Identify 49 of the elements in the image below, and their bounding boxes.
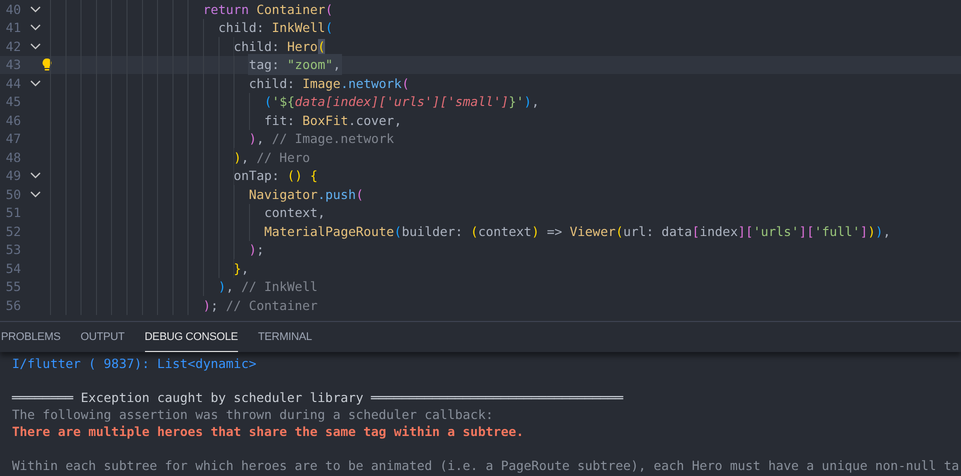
line-number: 52 bbox=[4, 222, 21, 241]
line-number: 43 bbox=[4, 56, 21, 74]
panel-tab[interactable]: TERMINAL bbox=[258, 322, 312, 352]
console-line: Within each subtree for which heroes are to be animated (i.e. a PageRoute subtree), each Hero must have a unique non-null ta bbox=[12, 457, 960, 474]
line-number: 40 bbox=[4, 0, 21, 19]
lightbulb-icon[interactable] bbox=[42, 58, 52, 72]
code-line: ); // Container bbox=[203, 296, 318, 315]
line-number: 44 bbox=[4, 74, 21, 93]
code-line: ('${data[index]['urls']['small']}'), bbox=[264, 93, 540, 112]
panel-tab[interactable]: DEBUG CONSOLE bbox=[144, 322, 238, 352]
line-number: 46 bbox=[4, 112, 21, 130]
console-line: The following assertion was thrown during a scheduler callback: bbox=[12, 406, 494, 423]
line-number: 55 bbox=[4, 278, 21, 296]
fold-chevron-icon[interactable] bbox=[30, 172, 41, 180]
fold-chevron-icon[interactable] bbox=[30, 42, 41, 50]
line-number: 41 bbox=[4, 19, 21, 38]
code-line: ), // InkWell bbox=[218, 278, 318, 296]
line-number: 49 bbox=[4, 167, 21, 186]
fold-chevron-icon[interactable] bbox=[30, 80, 41, 87]
code-line: ), // Image.network bbox=[248, 130, 394, 148]
fold-chevron-icon[interactable] bbox=[30, 190, 41, 198]
line-number: 45 bbox=[4, 93, 21, 112]
line-number: 42 bbox=[4, 38, 21, 56]
code-line: }, bbox=[234, 260, 249, 278]
console-line: ════════ Exception caught by scheduler library ═════════════════════════════════ bbox=[12, 389, 624, 406]
error-message: There are multiple heroes that share the same tag within a subtree. bbox=[12, 423, 525, 440]
code-line: child: Image.network( bbox=[248, 74, 410, 93]
line-number: 51 bbox=[4, 204, 21, 222]
code-line: fit: BoxFit.cover, bbox=[264, 112, 402, 130]
code-line: child: Hero( bbox=[234, 38, 326, 56]
fold-chevron-icon[interactable] bbox=[30, 24, 41, 32]
line-number: 48 bbox=[4, 148, 21, 167]
code-line: ), // Hero bbox=[234, 148, 310, 167]
panel-tab[interactable]: OUTPUT bbox=[80, 322, 125, 352]
line-number: 53 bbox=[4, 241, 21, 260]
code-line: Navigator.push( bbox=[248, 186, 364, 204]
panel-tab[interactable]: PROBLEMS bbox=[1, 322, 61, 352]
code-line: ); bbox=[248, 241, 264, 260]
code-line: onTap: () { bbox=[234, 167, 318, 186]
line-number: 56 bbox=[4, 296, 21, 315]
line-number: 54 bbox=[4, 260, 21, 278]
console-line: I/flutter ( 9837): List<dynamic> bbox=[12, 355, 258, 372]
line-number: 50 bbox=[4, 186, 21, 204]
code-line: return Container( bbox=[203, 0, 333, 19]
code-line: MaterialPageRoute(builder: (context) => Viewer(url: data[index]['urls']['full'])), bbox=[264, 222, 891, 241]
fold-chevron-icon[interactable] bbox=[30, 6, 41, 13]
line-number: 47 bbox=[4, 130, 21, 148]
code-line: context, bbox=[264, 204, 326, 222]
code-line: child: InkWell( bbox=[218, 19, 333, 38]
